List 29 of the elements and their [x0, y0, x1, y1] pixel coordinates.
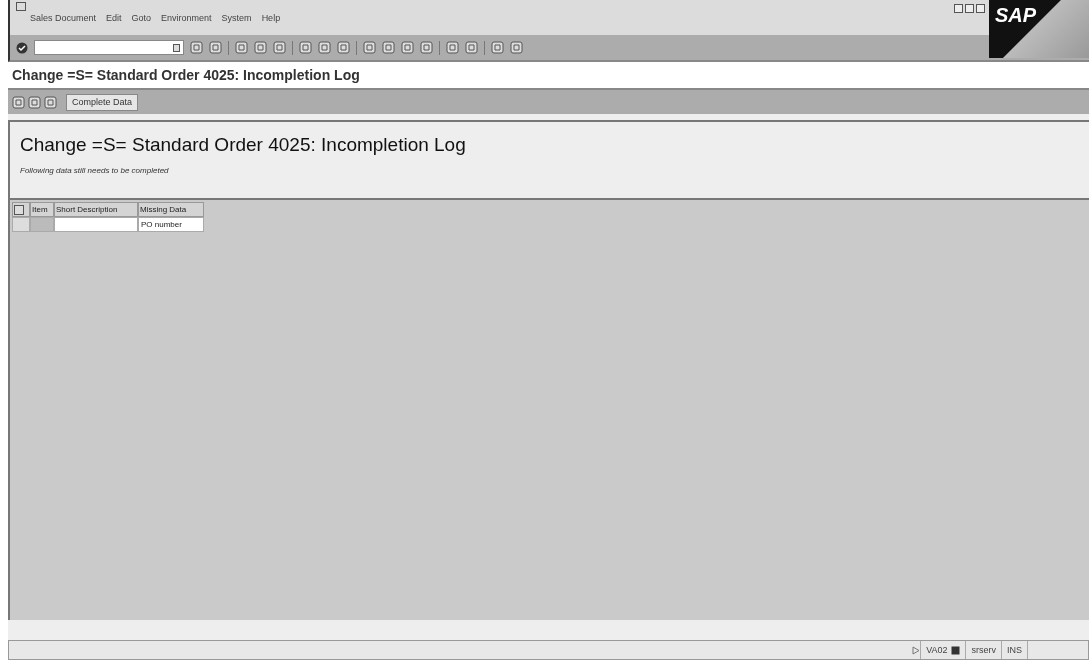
minimize-icon[interactable] — [954, 4, 963, 13]
server-name: srserv — [965, 641, 1001, 659]
menu-item[interactable]: Edit — [106, 13, 122, 23]
logo: SAP — [994, 3, 1038, 28]
menu-icon[interactable] — [16, 2, 26, 11]
enter-icon[interactable] — [16, 41, 28, 54]
header-title: Change =S= Standard Order 4025: Incompletion Log — [20, 134, 467, 156]
menu-item[interactable]: Help — [261, 13, 281, 23]
menu-item[interactable]: Sales Document — [30, 13, 97, 23]
select-all-cell[interactable] — [12, 202, 30, 217]
table-settings-icon[interactable] — [14, 204, 24, 215]
menu-item[interactable]: Goto — [131, 13, 152, 23]
menu-item[interactable]: System — [221, 13, 252, 23]
header-subtitle: Following data still needs to be completed — [20, 166, 170, 175]
menu-item[interactable]: Environment — [161, 13, 212, 23]
column-header[interactable]: Item — [30, 202, 54, 217]
dropdown-icon[interactable] — [173, 43, 180, 52]
insert-mode: INS — [1001, 641, 1027, 659]
complete-data-button[interactable]: Complete Data — [66, 93, 139, 111]
close-icon[interactable] — [976, 4, 985, 13]
session-icon[interactable] — [951, 645, 961, 655]
command-field[interactable] — [34, 40, 184, 55]
table-cell — [30, 217, 54, 232]
expand-icon[interactable] — [912, 645, 921, 655]
column-header[interactable]: Missing Data — [138, 202, 204, 217]
table-cell: PO number — [138, 217, 204, 232]
maximize-icon[interactable] — [965, 4, 974, 13]
transaction-code: VA02 — [920, 641, 966, 659]
column-header[interactable]: Short Description — [54, 202, 138, 217]
